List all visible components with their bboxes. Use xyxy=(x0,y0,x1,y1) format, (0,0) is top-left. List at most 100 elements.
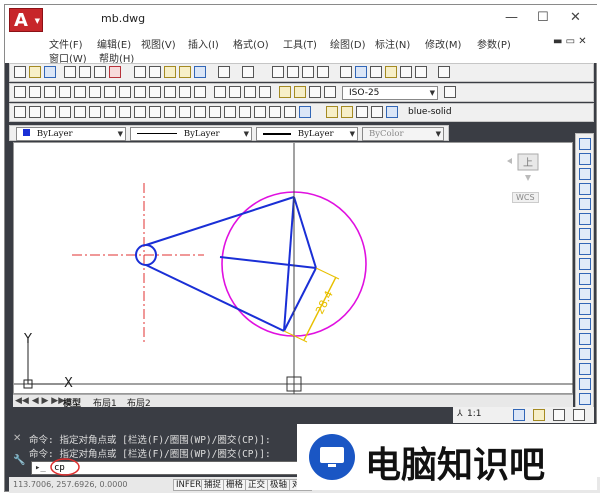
save-icon[interactable] xyxy=(44,66,56,78)
polyline-icon[interactable] xyxy=(44,106,56,118)
tab-nav-arrows[interactable]: ◀◀ ◀ ▶ ▶▶ xyxy=(15,396,65,406)
menu-view[interactable]: 视图(V) xyxy=(141,36,176,51)
menu-edit[interactable]: 编辑(E) xyxy=(97,36,131,51)
markup-icon[interactable] xyxy=(400,66,412,78)
make-block-icon[interactable] xyxy=(194,106,206,118)
tool-palettes-icon[interactable] xyxy=(370,66,382,78)
menu-file[interactable]: 文件(F) xyxy=(49,36,83,51)
plotstyle-select[interactable]: ByColor ▼ xyxy=(362,127,444,141)
lineweight-select[interactable]: ByLayer ▼ xyxy=(256,127,358,141)
spline-icon[interactable] xyxy=(134,106,146,118)
array-icon[interactable] xyxy=(579,198,591,210)
print-icon[interactable] xyxy=(64,66,76,78)
redo-icon[interactable] xyxy=(242,66,254,78)
table-icon[interactable] xyxy=(269,106,281,118)
polar-button[interactable]: 极轴 xyxy=(267,479,291,491)
explode-icon[interactable] xyxy=(579,393,591,405)
dimedit-icon[interactable] xyxy=(279,86,291,98)
polygon-icon[interactable] xyxy=(59,106,71,118)
extend-icon[interactable] xyxy=(579,288,591,300)
paste-icon[interactable] xyxy=(164,66,176,78)
chamfer-icon[interactable] xyxy=(579,348,591,360)
menu-modify[interactable]: 修改(M) xyxy=(425,36,461,51)
scale-icon[interactable] xyxy=(579,243,591,255)
drawing-canvas[interactable]: 28.4 Y X 上 WCS xyxy=(13,141,574,395)
menu-draw[interactable]: 绘图(D) xyxy=(330,36,366,51)
wcs-menu[interactable]: WCS xyxy=(512,192,539,203)
stretch-icon[interactable] xyxy=(579,258,591,270)
infer-button[interactable]: INFER xyxy=(173,479,205,491)
rectangle-icon[interactable] xyxy=(74,106,86,118)
point-icon[interactable] xyxy=(209,106,221,118)
dim-style-manager-icon[interactable] xyxy=(444,86,456,98)
revcloud-icon[interactable] xyxy=(119,106,131,118)
construction-line-icon[interactable] xyxy=(29,106,41,118)
layer-properties-icon[interactable] xyxy=(326,106,338,118)
mtext-icon[interactable] xyxy=(284,106,296,118)
dim-break-icon[interactable] xyxy=(194,86,206,98)
dim-update-icon[interactable] xyxy=(309,86,321,98)
line-icon[interactable] xyxy=(14,106,26,118)
dimstyle-icon[interactable] xyxy=(324,86,336,98)
quickcalc-icon[interactable] xyxy=(415,66,427,78)
angular-icon[interactable] xyxy=(119,86,131,98)
minimize-button[interactable]: — xyxy=(505,10,518,25)
rotate-icon[interactable] xyxy=(579,228,591,240)
lock-toolbar-icon[interactable] xyxy=(553,409,565,421)
add-selected-icon[interactable] xyxy=(299,106,311,118)
viewcube-face[interactable]: 上 xyxy=(523,154,533,169)
tab-layout2[interactable]: 布局2 xyxy=(127,396,151,409)
3d-print-icon[interactable] xyxy=(109,66,121,78)
color-select[interactable]: ByLayer ▼ xyxy=(16,127,126,141)
diameter-icon[interactable] xyxy=(104,86,116,98)
annotation-scale-icon[interactable]: ⅄ xyxy=(457,409,463,419)
copy-object-icon[interactable] xyxy=(579,153,591,165)
dimtedit-icon[interactable] xyxy=(294,86,306,98)
preview-icon[interactable] xyxy=(79,66,91,78)
clean-screen-icon[interactable] xyxy=(573,409,585,421)
open-icon[interactable] xyxy=(29,66,41,78)
viewcube[interactable]: 上 WCS xyxy=(504,147,550,207)
tab-layout1[interactable]: 布局1 xyxy=(93,396,117,409)
menu-insert[interactable]: 插入(I) xyxy=(188,36,219,51)
grid-button[interactable]: 栅格 xyxy=(223,479,247,491)
offset-icon[interactable] xyxy=(579,183,591,195)
break-icon[interactable] xyxy=(579,318,591,330)
dim-space-icon[interactable] xyxy=(179,86,191,98)
break-point-icon[interactable] xyxy=(579,303,591,315)
copy-icon[interactable] xyxy=(149,66,161,78)
ordinate-icon[interactable] xyxy=(59,86,71,98)
ellipse-arc-icon[interactable] xyxy=(164,106,176,118)
insert-block-icon[interactable] xyxy=(179,106,191,118)
dimstyle-select[interactable]: ISO-25 ▼ xyxy=(342,86,438,100)
layer-select[interactable]: blue-solid xyxy=(402,106,492,120)
center-mark-icon[interactable] xyxy=(229,86,241,98)
new-icon[interactable] xyxy=(14,66,26,78)
tolerance-icon[interactable] xyxy=(214,86,226,98)
snap-button[interactable]: 捕捉 xyxy=(201,479,225,491)
arc-icon[interactable] xyxy=(89,106,101,118)
zoom-window-icon[interactable] xyxy=(302,66,314,78)
ellipse-icon[interactable] xyxy=(149,106,161,118)
fillet-icon[interactable] xyxy=(579,363,591,375)
circle-icon[interactable] xyxy=(104,106,116,118)
menu-parametric[interactable]: 参数(P) xyxy=(477,36,511,51)
trim-icon[interactable] xyxy=(579,273,591,285)
freeze-icon[interactable] xyxy=(356,106,368,118)
jogged-linear-icon[interactable] xyxy=(259,86,271,98)
match-properties-icon[interactable] xyxy=(179,66,191,78)
move-icon[interactable] xyxy=(579,213,591,225)
annotation-visibility-icon[interactable] xyxy=(513,409,525,421)
publish-icon[interactable] xyxy=(94,66,106,78)
zoom-previous-icon[interactable] xyxy=(317,66,329,78)
linear-dim-icon[interactable] xyxy=(14,86,26,98)
pan-icon[interactable] xyxy=(272,66,284,78)
layer-color-icon[interactable] xyxy=(386,106,398,118)
doc-minimize-button[interactable]: ▬ ▭ ✕ xyxy=(553,36,587,47)
erase-icon[interactable] xyxy=(579,138,591,150)
application-menu-button[interactable]: A ▼ xyxy=(9,8,43,32)
close-button[interactable]: ✕ xyxy=(570,10,581,25)
gradient-icon[interactable] xyxy=(239,106,251,118)
tab-model[interactable]: 模型 xyxy=(63,396,81,409)
region-icon[interactable] xyxy=(254,106,266,118)
